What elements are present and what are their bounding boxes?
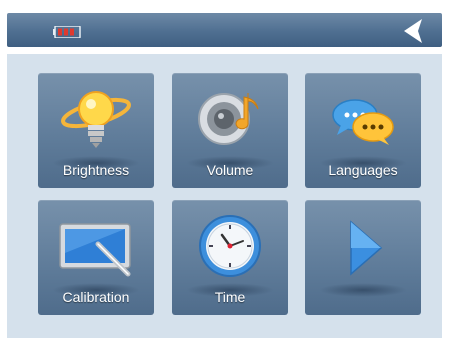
- top-bar: [7, 13, 442, 47]
- brightness-button[interactable]: Brightness: [38, 73, 154, 188]
- languages-button[interactable]: Languages: [305, 73, 421, 188]
- settings-panel: Brightness Volume Languages Calibration …: [7, 54, 442, 338]
- time-label: Time: [214, 289, 246, 305]
- volume-button[interactable]: Volume: [172, 73, 288, 188]
- speaker-icon: [198, 93, 259, 145]
- calibration-button[interactable]: Calibration: [38, 200, 154, 315]
- volume-label: Volume: [206, 162, 254, 178]
- calibration-label: Calibration: [62, 289, 130, 305]
- lightbulb-icon: [61, 91, 131, 148]
- settings-screen: Brightness Volume Languages Calibration …: [0, 0, 449, 338]
- brightness-label: Brightness: [62, 162, 130, 178]
- clock-icon: [199, 215, 261, 277]
- touchscreen-stylus-icon: [59, 223, 131, 277]
- time-button[interactable]: Time: [172, 200, 288, 315]
- back-chevron-icon[interactable]: [400, 17, 428, 45]
- chat-bubbles-icon: [332, 99, 394, 145]
- next-arrow-icon: [350, 220, 383, 276]
- battery-low-icon: [53, 26, 81, 38]
- next-page-button[interactable]: [305, 200, 421, 315]
- languages-label: Languages: [328, 162, 398, 178]
